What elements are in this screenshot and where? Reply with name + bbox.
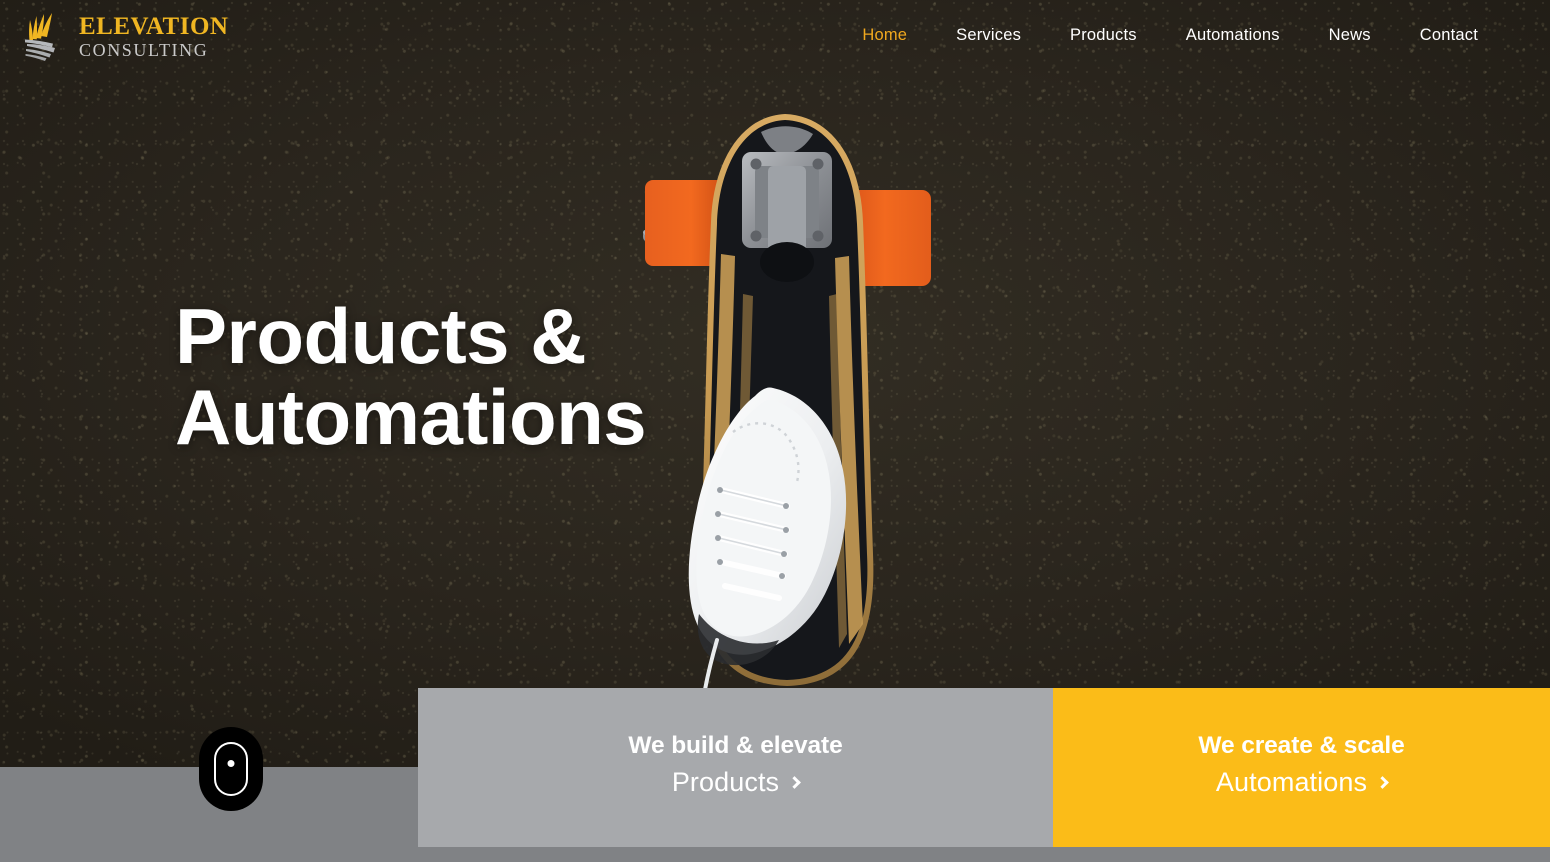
hero-headline-line-1: Products & xyxy=(175,292,587,380)
cta-products-link-label: Products xyxy=(671,767,780,798)
hero-headline: Products & Automations xyxy=(175,295,647,462)
brand-logo[interactable]: ELEVATION CONSULTING xyxy=(22,10,228,62)
nav-item-services[interactable]: Services xyxy=(956,26,1021,45)
nav-item-products[interactable]: Products xyxy=(1070,26,1137,45)
wing-feather-icon xyxy=(22,11,70,61)
chevron-right-icon xyxy=(1376,776,1389,789)
cta-card-automations[interactable]: We create & scale Automations xyxy=(1053,688,1550,847)
brand-name-secondary: CONSULTING xyxy=(79,39,209,60)
brand-name-primary: ELEVATION xyxy=(79,12,229,40)
nav-item-news[interactable]: News xyxy=(1329,26,1371,45)
cta-automations-link[interactable]: Automations xyxy=(1215,767,1389,798)
scroll-mouse-body xyxy=(214,742,248,796)
cta-card-group: We build & elevate Products We create & … xyxy=(418,688,1550,847)
cta-card-products[interactable]: We build & elevate Products xyxy=(418,688,1053,847)
cta-automations-title: We create & scale xyxy=(1198,732,1405,760)
top-navigation-bar: ELEVATION CONSULTING Home Services Produ… xyxy=(0,0,1550,70)
cta-products-link[interactable]: Products xyxy=(671,767,802,798)
hero-headline-line-2: Automations xyxy=(175,373,647,462)
cta-products-title: We build & elevate xyxy=(628,732,843,760)
main-nav: Home Services Products Automations News … xyxy=(862,0,1478,70)
scroll-mouse-icon[interactable] xyxy=(199,727,263,811)
chevron-right-icon xyxy=(788,776,802,789)
nav-item-home[interactable]: Home xyxy=(862,26,907,45)
nav-item-automations[interactable]: Automations xyxy=(1186,26,1280,45)
nav-item-contact[interactable]: Contact xyxy=(1420,26,1478,45)
page-root: ELEVATION CONSULTING Home Services Produ… xyxy=(0,0,1550,862)
cta-automations-link-label: Automations xyxy=(1215,767,1368,798)
scroll-mouse-wheel-dot xyxy=(227,760,235,767)
